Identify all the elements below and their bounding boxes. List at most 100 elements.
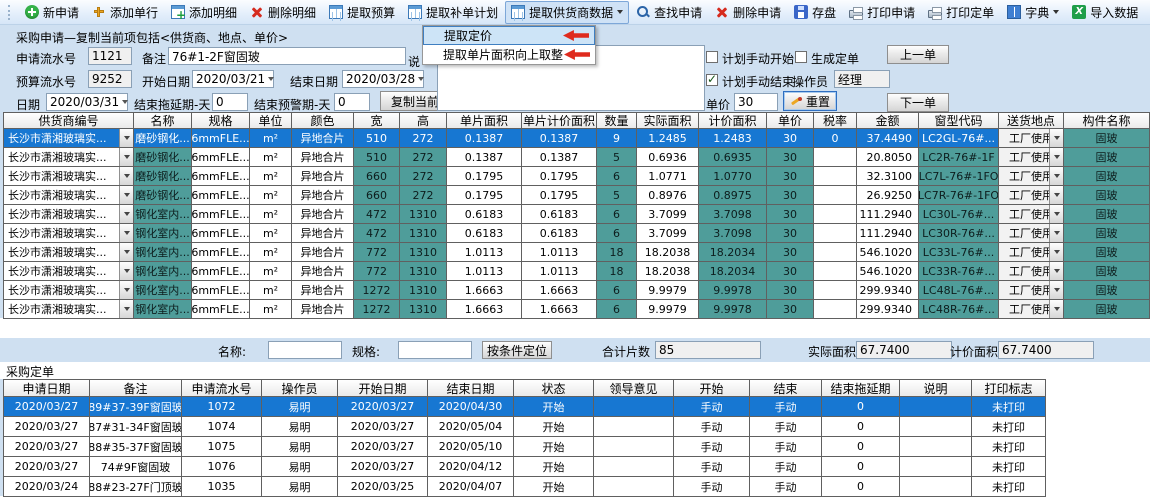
order-row[interactable]: 2020/03/2789#37-39F窗固玻1072易明2020/03/2720…	[4, 397, 1046, 417]
print-request-button[interactable]: 打印申请	[843, 1, 921, 24]
unit-price-input[interactable]	[734, 93, 778, 111]
combo-arrow-button[interactable]	[119, 300, 133, 318]
main-table-row[interactable]: 长沙市潇湘玻璃实...钢化室内...6mmFLE...m²异地合片7721310…	[4, 262, 1150, 281]
combo-arrow-button[interactable]	[119, 167, 133, 185]
column-header-piece-area[interactable]: 单片面积	[447, 113, 522, 129]
column-header-start-date[interactable]: 开始日期	[338, 380, 428, 397]
end-delay-input[interactable]	[212, 93, 248, 111]
order-row[interactable]: 2020/03/2488#23-27F门顶玻1035易明2020/03/2520…	[4, 477, 1046, 497]
reset-button[interactable]: 重置	[783, 91, 837, 111]
remark-input[interactable]	[168, 47, 406, 65]
main-table-row[interactable]: 长沙市潇湘玻璃实...磨砂钢化...6mmFLE...m²异地合片6602720…	[4, 186, 1150, 205]
main-table-row[interactable]: 长沙市潇湘玻璃实...钢化室内...6mmFLE...m²异地合片4721310…	[4, 224, 1150, 243]
end-warning-input[interactable]	[334, 93, 370, 111]
plan-manual-start-checkbox[interactable]	[706, 51, 718, 63]
generate-order-checkbox[interactable]	[795, 51, 807, 63]
import-data-button[interactable]: 导入数据	[1066, 1, 1144, 24]
column-header-leader-opinion[interactable]: 领导意见	[594, 380, 674, 397]
column-header-actual-area[interactable]: 实际面积	[637, 113, 699, 129]
main-table-row[interactable]: 长沙市潇湘玻璃实...钢化室内...6mmFLE...m²异地合片1272131…	[4, 300, 1150, 319]
combo-arrow-button[interactable]	[1049, 148, 1063, 166]
column-header-width[interactable]: 宽	[354, 113, 400, 129]
extract-supplement-plan-button[interactable]: 提取补单计划	[402, 1, 504, 24]
column-header-status[interactable]: 状态	[514, 380, 594, 397]
date-picker[interactable]: 2020/03/31	[46, 93, 128, 111]
previous-order-button[interactable]: 上一单	[887, 45, 949, 64]
column-header-priced-area[interactable]: 计价面积	[699, 113, 767, 129]
order-row[interactable]: 2020/03/2774#9F窗固玻1076易明2020/03/272020/0…	[4, 457, 1046, 477]
main-table-row[interactable]: 长沙市潇湘玻璃实...钢化室内...6mmFLE...m²异地合片1272131…	[4, 281, 1150, 300]
main-table-row[interactable]: 长沙市潇湘玻璃实...钢化室内...6mmFLE...m²异地合片7721310…	[4, 243, 1150, 262]
combo-arrow-button[interactable]	[119, 262, 133, 280]
combo-arrow-button[interactable]	[1049, 281, 1063, 299]
combo-arrow-button[interactable]	[1049, 129, 1063, 147]
column-header-unit[interactable]: 单位	[250, 113, 292, 129]
column-header-name[interactable]: 名称	[134, 113, 192, 129]
save-button[interactable]: 存盘	[788, 1, 842, 24]
menu-item-extract-pricing[interactable]: 提取定价	[423, 26, 595, 45]
combo-arrow-button[interactable]	[1049, 205, 1063, 223]
locate-by-condition-button[interactable]: 按条件定位	[482, 341, 552, 359]
print-order-button[interactable]: 打印定单	[922, 1, 1000, 24]
order-row[interactable]: 2020/03/2787#31-34F窗固玻1074易明2020/03/2720…	[4, 417, 1046, 437]
column-header-color[interactable]: 颜色	[292, 113, 354, 129]
operator-input[interactable]	[834, 70, 890, 88]
combo-arrow-button[interactable]	[119, 205, 133, 223]
column-header-print-flag[interactable]: 打印标志	[972, 380, 1046, 397]
column-header-start[interactable]: 开始	[674, 380, 750, 397]
filter-spec-input[interactable]	[398, 341, 472, 359]
column-header-qty[interactable]: 数量	[597, 113, 637, 129]
column-header-tax-rate[interactable]: 税率	[814, 113, 857, 129]
combo-arrow-button[interactable]	[1049, 186, 1063, 204]
combo-arrow-button[interactable]	[1049, 262, 1063, 280]
dictionary-button[interactable]: 字典	[1001, 1, 1065, 24]
column-header-end[interactable]: 结束	[750, 380, 822, 397]
delete-request-button[interactable]: 删除申请	[709, 1, 787, 24]
main-table-row[interactable]: 长沙市潇湘玻璃实...钢化室内...6mmFLE...m²异地合片4721310…	[4, 205, 1150, 224]
add-row-button[interactable]: 添加单行	[86, 1, 164, 24]
column-header-remark[interactable]: 备注	[90, 380, 182, 397]
filter-name-input[interactable]	[268, 341, 342, 359]
plan-manual-end-checkbox[interactable]	[706, 74, 718, 86]
end-date-picker[interactable]: 2020/03/28	[342, 70, 424, 88]
new-request-button[interactable]: 新申请	[19, 1, 85, 24]
combo-arrow-button[interactable]	[119, 224, 133, 242]
delete-detail-button[interactable]: 删除明细	[244, 1, 322, 24]
combo-arrow-button[interactable]	[1049, 300, 1063, 318]
combo-arrow-button[interactable]	[119, 148, 133, 166]
column-header-delivery-location[interactable]: 送货地点	[999, 113, 1064, 129]
budget-no-input[interactable]	[88, 70, 132, 88]
column-header-note[interactable]: 说明	[900, 380, 972, 397]
find-request-button[interactable]: 查找申请	[630, 1, 708, 24]
main-table-row[interactable]: 长沙市潇湘玻璃实...磨砂钢化...6mmFLE...m²异地合片5102720…	[4, 129, 1150, 148]
column-header-operator[interactable]: 操作员	[262, 380, 338, 397]
column-header-unit-price[interactable]: 单价	[767, 113, 814, 129]
column-header-window-code[interactable]: 窗型代码	[919, 113, 999, 129]
combo-arrow-button[interactable]	[1049, 167, 1063, 185]
column-header-piece-priced-area[interactable]: 单片计价面积	[522, 113, 597, 129]
combo-arrow-button[interactable]	[119, 243, 133, 261]
column-header-apply-no[interactable]: 申请流水号	[182, 380, 262, 397]
column-header-amount[interactable]: 金额	[857, 113, 919, 129]
column-header-end-delay[interactable]: 结束拖延期	[822, 380, 900, 397]
combo-arrow-button[interactable]	[119, 186, 133, 204]
main-table-row[interactable]: 长沙市潇湘玻璃实...磨砂钢化...6mmFLE...m²异地合片5102720…	[4, 148, 1150, 167]
main-table-row[interactable]: 长沙市潇湘玻璃实...磨砂钢化...6mmFLE...m²异地合片6602720…	[4, 167, 1150, 186]
column-header-height[interactable]: 高	[400, 113, 447, 129]
column-header-supplier[interactable]: 供货商编号	[4, 113, 134, 129]
order-row[interactable]: 2020/03/2788#35-37F窗固玻1075易明2020/03/2720…	[4, 437, 1046, 457]
start-date-picker[interactable]: 2020/03/21	[192, 70, 274, 88]
add-detail-button[interactable]: 添加明细	[165, 1, 243, 24]
column-header-apply-date[interactable]: 申请日期	[4, 380, 90, 397]
combo-arrow-button[interactable]	[119, 129, 133, 147]
apply-no-input[interactable]	[88, 47, 132, 65]
next-order-button[interactable]: 下一单	[887, 93, 949, 112]
column-header-end-date[interactable]: 结束日期	[428, 380, 514, 397]
combo-arrow-button[interactable]	[1049, 224, 1063, 242]
extract-supplier-data-button[interactable]: 提取供货商数据	[505, 1, 629, 24]
combo-arrow-button[interactable]	[119, 281, 133, 299]
combo-arrow-button[interactable]	[1049, 243, 1063, 261]
column-header-component-name[interactable]: 构件名称	[1064, 113, 1150, 129]
extract-budget-button[interactable]: 提取预算	[323, 1, 401, 24]
column-header-spec[interactable]: 规格	[192, 113, 250, 129]
